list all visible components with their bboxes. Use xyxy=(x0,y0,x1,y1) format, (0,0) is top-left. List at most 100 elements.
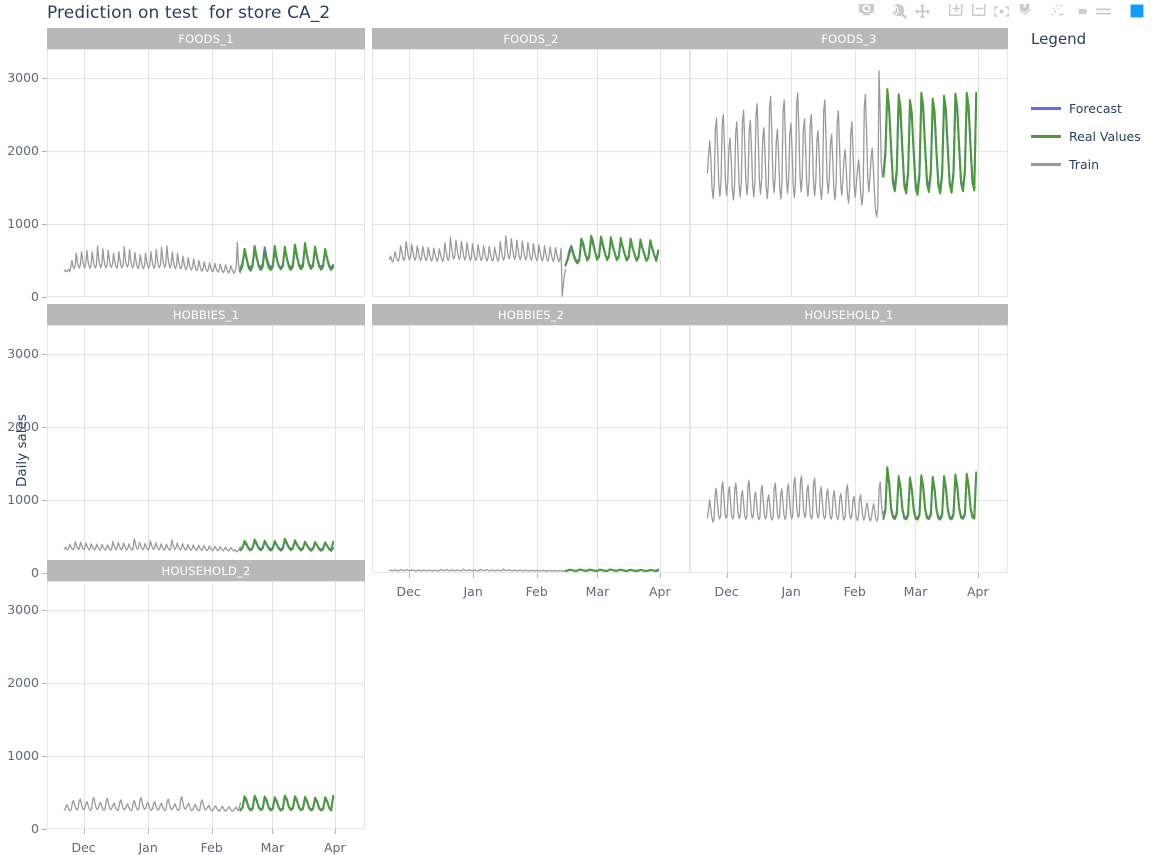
plot-border xyxy=(690,325,1008,573)
facet-panel-household_1[interactable]: HOUSEHOLD_1 xyxy=(690,304,1008,573)
pan-icon[interactable] xyxy=(911,1,934,22)
y-axis-tick-label: 2000 xyxy=(7,675,39,691)
plot-border xyxy=(47,581,365,829)
zoom-out-icon[interactable] xyxy=(967,1,990,22)
zoom-icon[interactable] xyxy=(888,1,911,22)
x-axis-tick-mark xyxy=(473,573,474,578)
y-axis-tick-mark xyxy=(42,829,47,830)
y-axis-tick-mark xyxy=(42,78,47,80)
x-axis-tick-mark xyxy=(727,573,728,578)
y-axis-tick-label: 2000 xyxy=(7,143,39,159)
download-plot-png-icon[interactable] xyxy=(855,1,878,22)
y-axis-tick-mark xyxy=(42,500,47,502)
x-axis-tick-mark xyxy=(537,573,538,578)
legend-item-forecast[interactable]: Forecast xyxy=(1031,94,1149,122)
plot-area-hobbies_2[interactable] xyxy=(372,325,690,573)
y-axis-tick-mark xyxy=(42,224,47,226)
x-axis-tick-label: Apr xyxy=(966,584,989,599)
facet-strip-label: FOODS_1 xyxy=(178,31,234,46)
x-axis-tick-label: Dec xyxy=(396,584,421,599)
modebar-group-download xyxy=(855,1,878,22)
facet-strip-foods_1: FOODS_1 xyxy=(47,28,365,49)
x-axis-tick-mark xyxy=(335,829,336,834)
facet-strip-household_1: HOUSEHOLD_1 xyxy=(690,304,1008,325)
plotly-figure: Prediction on test for store CA_2 Legend… xyxy=(0,0,1152,855)
x-axis-tick-mark xyxy=(272,829,273,834)
modebar-group-scale xyxy=(944,1,1036,22)
hover-compare-icon[interactable] xyxy=(1092,1,1115,22)
x-axis-tick-mark xyxy=(597,573,598,578)
plot-area-foods_2[interactable] xyxy=(372,49,690,297)
x-axis-tick-label: Mar xyxy=(585,584,610,599)
facet-strip-foods_2: FOODS_2 xyxy=(372,28,690,49)
x-axis-tick-mark xyxy=(212,829,213,834)
facet-panel-hobbies_2[interactable]: HOBBIES_2 xyxy=(372,304,690,573)
y-axis-tick-label: 1000 xyxy=(7,748,39,764)
legend-item-label: Train xyxy=(1069,156,1099,172)
facet-strip-label: HOUSEHOLD_1 xyxy=(804,307,894,322)
plot-area-foods_1[interactable] xyxy=(47,49,365,297)
y-axis-tick-mark xyxy=(42,354,47,356)
x-axis-tick-label: Dec xyxy=(714,584,739,599)
facet-strip-label: FOODS_2 xyxy=(503,31,559,46)
facet-panel-hobbies_1[interactable]: HOBBIES_1 xyxy=(47,304,365,573)
y-axis-tick-mark xyxy=(42,297,47,298)
modebar-group-zoom xyxy=(888,1,934,22)
facet-strip-label: HOUSEHOLD_2 xyxy=(161,563,251,578)
legend-swatch-icon xyxy=(1031,106,1061,110)
y-axis-tick-label: 3000 xyxy=(7,346,39,362)
y-axis-tick-mark xyxy=(42,573,47,574)
legend: Legend Forecast Real Values Train xyxy=(1031,30,1149,178)
y-axis-tick-label: 0 xyxy=(31,821,39,836)
plot-area-foods_3[interactable] xyxy=(690,49,1008,297)
facet-strip-hobbies_2: HOBBIES_2 xyxy=(372,304,690,325)
facet-strip-label: HOBBIES_2 xyxy=(497,307,565,322)
facet-strip-label: FOODS_3 xyxy=(821,31,877,46)
plot-border xyxy=(372,325,690,573)
facet-panel-foods_2[interactable]: FOODS_2 xyxy=(372,28,690,297)
zoom-in-icon[interactable] xyxy=(944,1,967,22)
autoscale-icon[interactable] xyxy=(990,1,1013,22)
y-axis-tick-mark xyxy=(42,151,47,153)
x-axis-tick-label: Feb xyxy=(200,840,223,855)
page-title: Prediction on test for store CA_2 xyxy=(47,3,331,23)
x-axis-tick-mark xyxy=(915,573,916,578)
x-axis-tick-label: Apr xyxy=(648,584,671,599)
x-axis-tick-mark xyxy=(84,829,85,834)
y-axis-tick-mark xyxy=(42,427,47,429)
legend-item-real-values[interactable]: Real Values xyxy=(1031,122,1149,150)
toggle-spike-lines-icon[interactable] xyxy=(1046,1,1069,22)
facet-panel-household_2[interactable]: HOUSEHOLD_2 xyxy=(47,560,365,829)
x-axis-tick-label: Mar xyxy=(260,840,285,855)
y-axis-tick-mark xyxy=(42,683,47,685)
x-axis-tick-label: Feb xyxy=(843,584,866,599)
facet-panel-foods_3[interactable]: FOODS_3 xyxy=(690,28,1008,297)
plotly-logo-icon[interactable] xyxy=(1125,1,1148,22)
y-axis-tick-mark xyxy=(42,756,47,758)
modebar-group-hover xyxy=(1046,1,1115,22)
y-axis-tick-label: 2000 xyxy=(7,419,39,435)
reset-axes-home-icon[interactable] xyxy=(1013,1,1036,22)
facet-panel-foods_1[interactable]: FOODS_1 xyxy=(47,28,365,297)
y-axis-tick-label: 0 xyxy=(31,565,39,580)
legend-item-label: Real Values xyxy=(1069,128,1141,144)
x-axis-tick-label: Mar xyxy=(903,584,928,599)
facet-strip-hobbies_1: HOBBIES_1 xyxy=(47,304,365,325)
legend-swatch-icon xyxy=(1031,134,1061,138)
x-axis-tick-label: Jan xyxy=(463,584,483,599)
plot-area-household_1[interactable] xyxy=(690,325,1008,573)
y-axis-tick-label: 1000 xyxy=(7,492,39,508)
x-axis-tick-mark xyxy=(660,573,661,578)
y-axis-tick-label: 1000 xyxy=(7,216,39,232)
plot-area-hobbies_1[interactable] xyxy=(47,325,365,573)
plot-border xyxy=(47,325,365,573)
plot-area-household_2[interactable] xyxy=(47,581,365,829)
hover-closest-icon[interactable] xyxy=(1069,1,1092,22)
x-axis-tick-label: Feb xyxy=(525,584,548,599)
legend-item-train[interactable]: Train xyxy=(1031,150,1149,178)
x-axis-tick-label: Jan xyxy=(781,584,801,599)
x-axis-tick-mark xyxy=(148,829,149,834)
facet-strip-household_2: HOUSEHOLD_2 xyxy=(47,560,365,581)
plotly-modebar[interactable] xyxy=(845,0,1148,22)
facet-strip-foods_3: FOODS_3 xyxy=(690,28,1008,49)
